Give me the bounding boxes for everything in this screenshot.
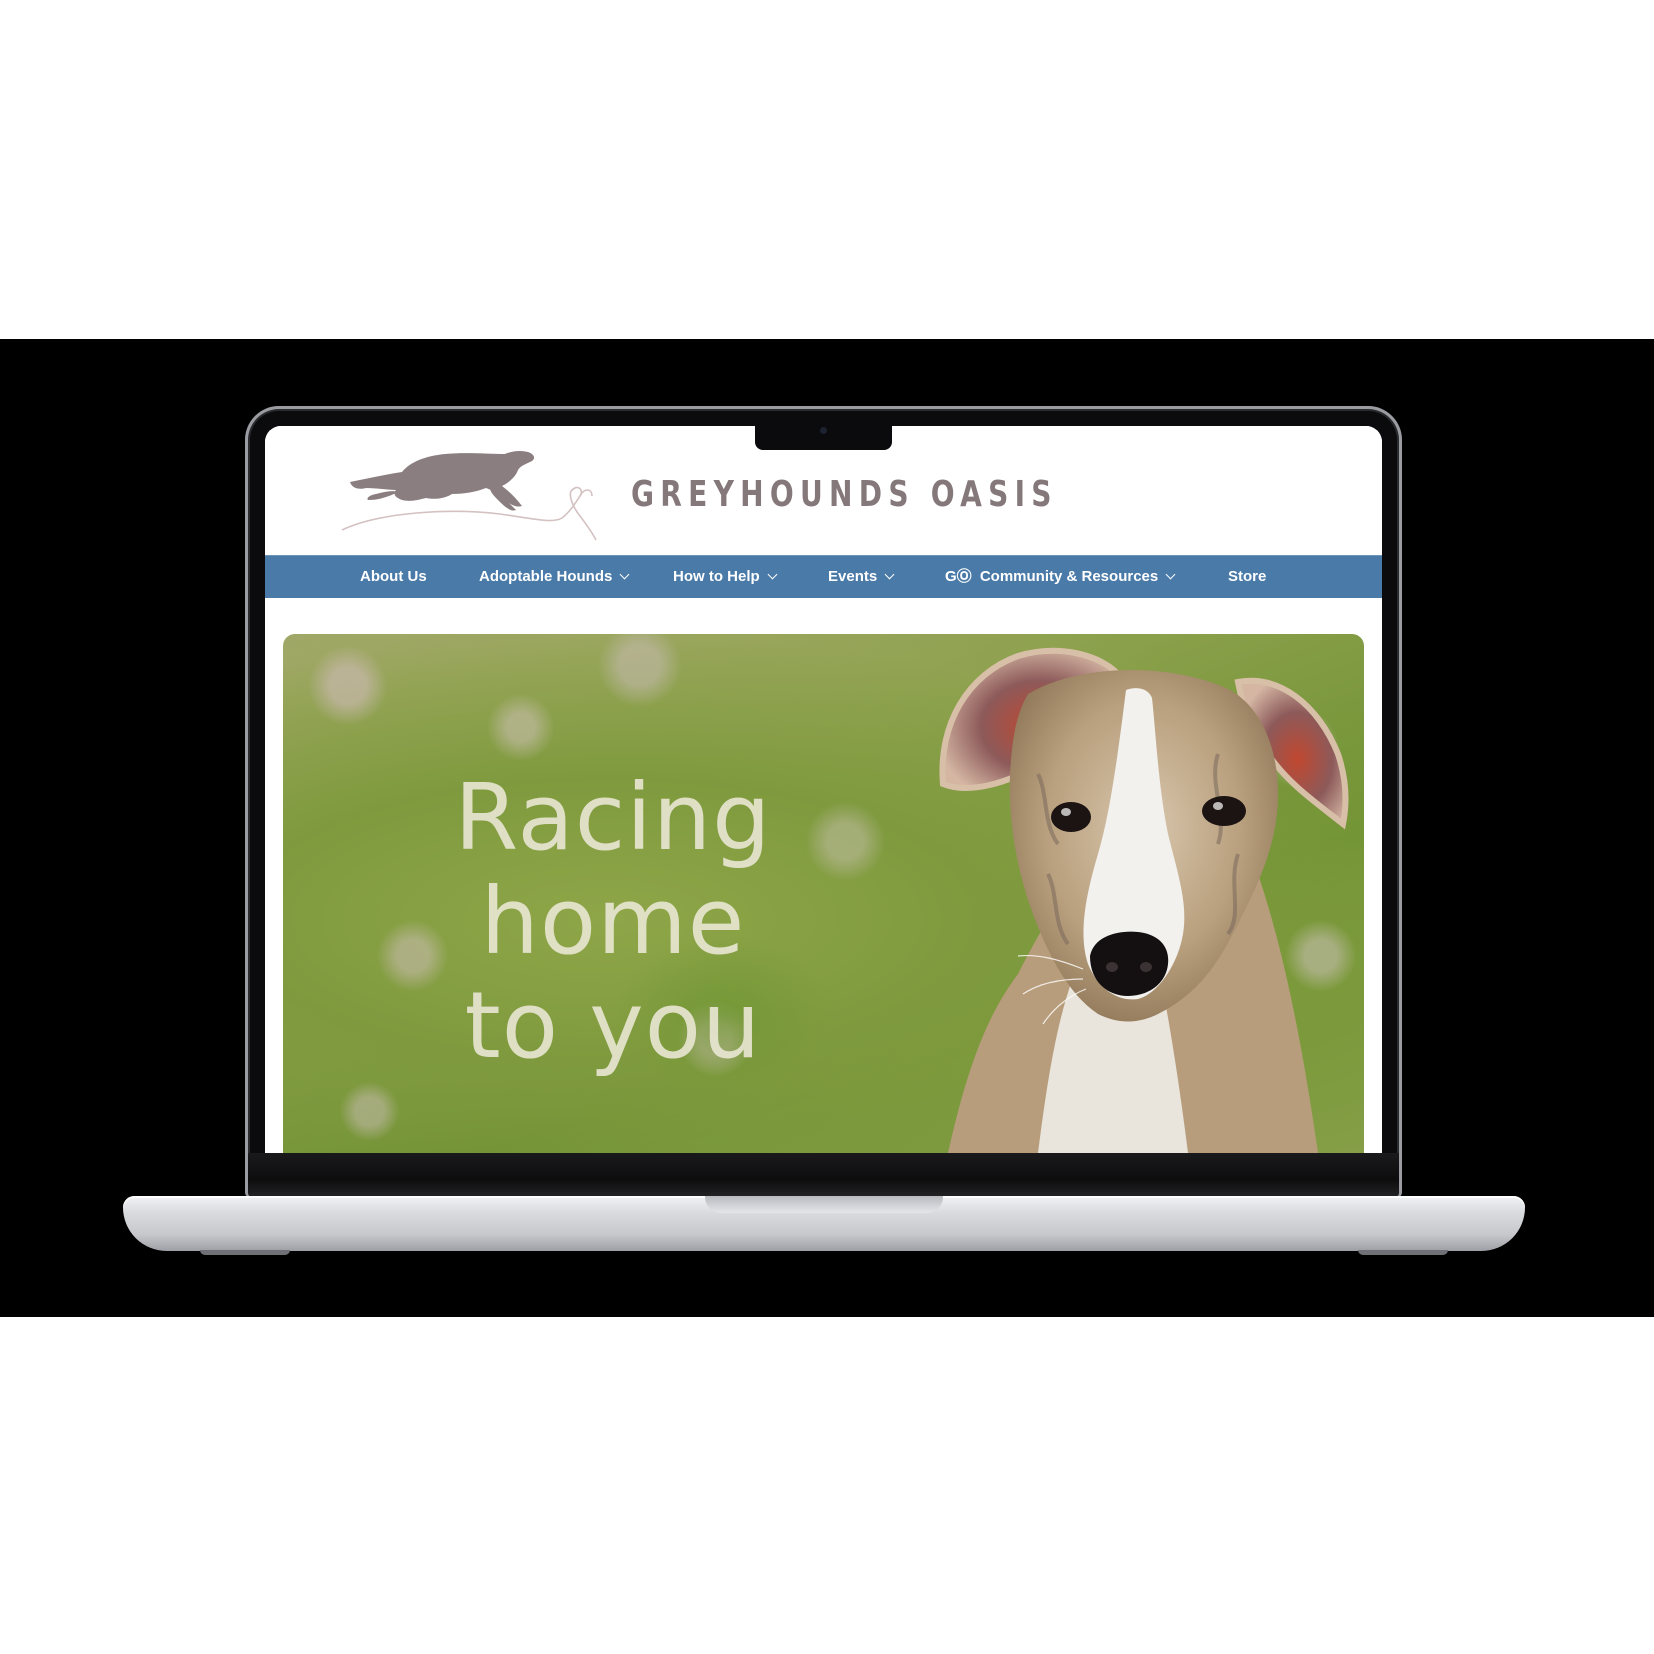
nav-item-how-to-help[interactable]: How to Help xyxy=(673,556,778,598)
webcam-icon xyxy=(820,427,827,434)
chevron-down-icon xyxy=(1165,569,1176,580)
nav-item-label: Events xyxy=(828,568,878,585)
hero-headline-line: to you xyxy=(464,972,762,1079)
nav-item-label: How to Help xyxy=(673,568,760,585)
nav-item-label: Adoptable Hounds xyxy=(479,568,613,585)
nav-item-about-us[interactable]: About Us xyxy=(360,556,427,598)
laptop-foot xyxy=(200,1250,290,1255)
chevron-down-icon xyxy=(767,569,778,580)
site-brand-title[interactable]: GREYHOUNDS OASIS xyxy=(631,474,1058,515)
nav-item-community-resources[interactable]: GⓄ Community & Resources xyxy=(945,556,1176,598)
main-navigation: About Us Adoptable Hounds How to Help Ev… xyxy=(265,555,1382,598)
laptop-opening-notch xyxy=(705,1196,943,1213)
chevron-down-icon xyxy=(884,569,895,580)
chevron-down-icon xyxy=(619,569,630,580)
go-badge-icon: GⓄ xyxy=(945,568,972,585)
nav-item-adoptable-hounds[interactable]: Adoptable Hounds xyxy=(479,556,630,598)
hero-headline-line: home xyxy=(480,868,746,975)
whippet-dog-photo xyxy=(939,647,1349,1153)
nav-item-label: About Us xyxy=(360,568,427,585)
hero-headline-line: Racing xyxy=(454,764,772,871)
laptop-bezel-chin xyxy=(248,1153,1399,1197)
nav-item-events[interactable]: Events xyxy=(828,556,895,598)
hero-banner: Racing home to you xyxy=(283,634,1364,1153)
nav-item-label: Store xyxy=(1228,568,1267,585)
hero-headline: Racing home to you xyxy=(403,766,823,1078)
laptop-foot xyxy=(1358,1250,1448,1255)
browser-viewport: GREYHOUNDS OASIS About Us Adoptable Houn… xyxy=(265,426,1382,1153)
running-greyhound-icon[interactable] xyxy=(340,448,610,548)
nav-item-store[interactable]: Store xyxy=(1228,556,1266,598)
nav-item-label: Community & Resources xyxy=(979,568,1159,585)
